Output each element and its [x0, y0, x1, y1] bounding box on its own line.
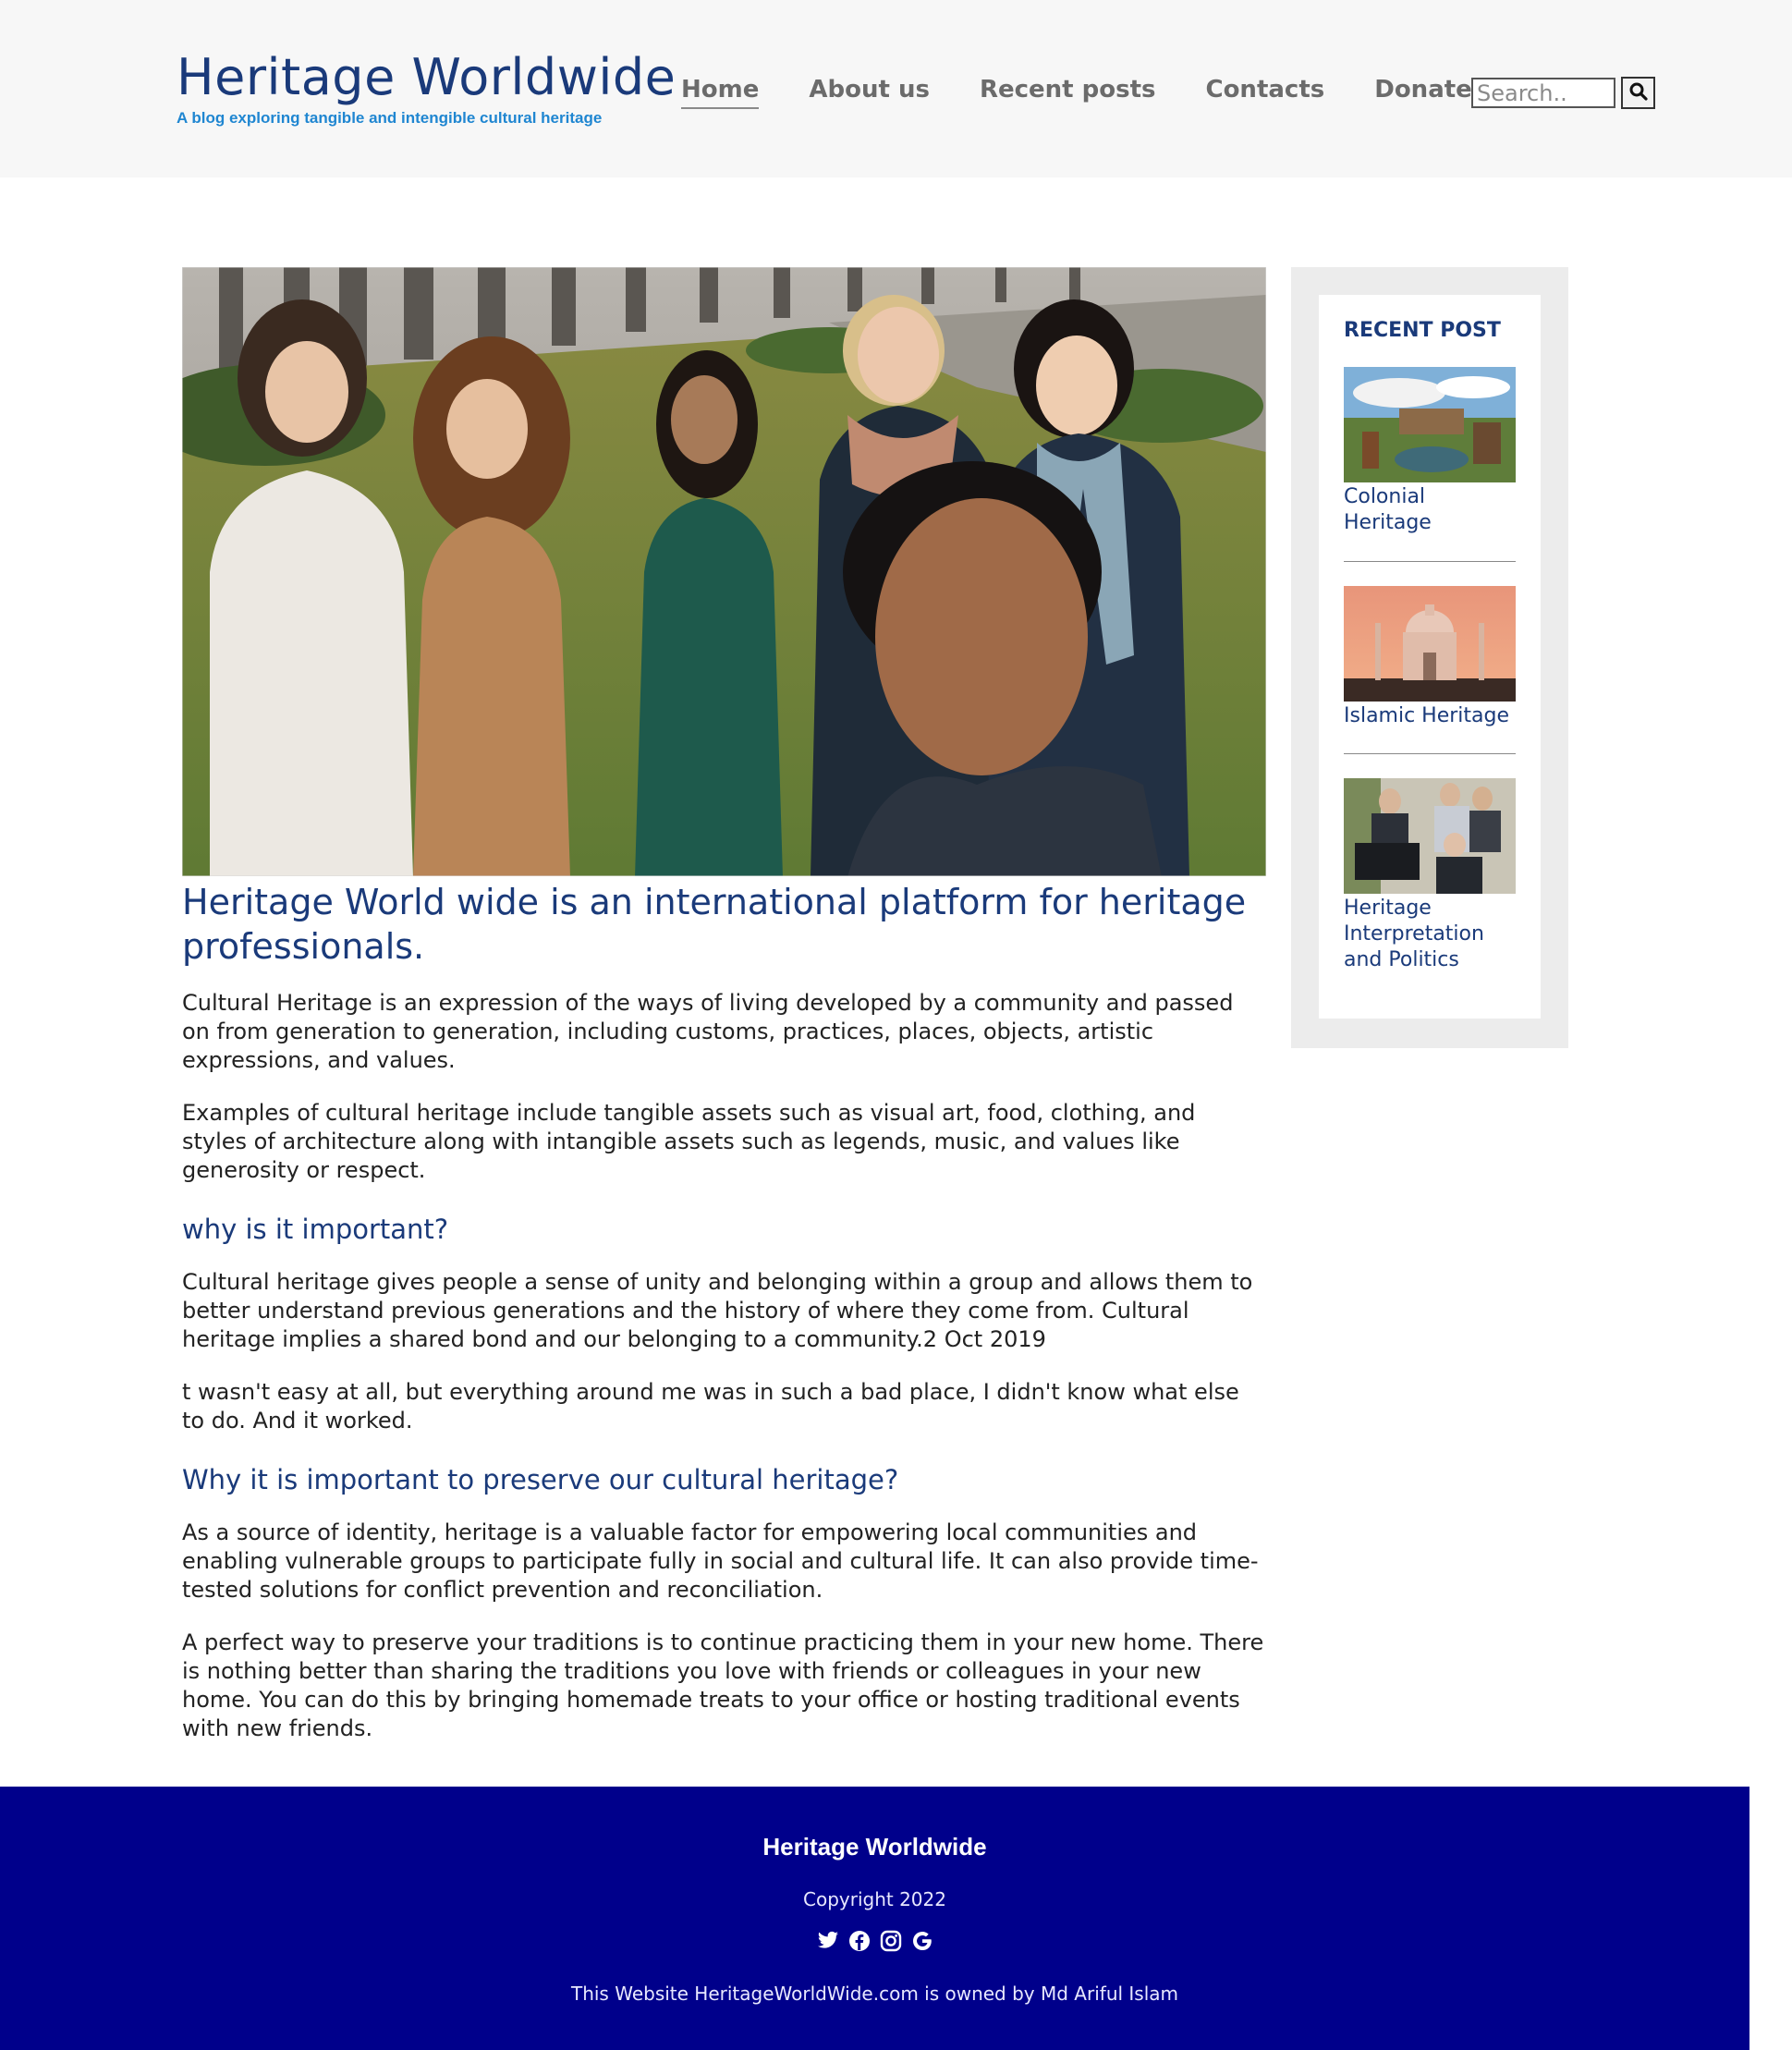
main-content: Heritage World wide is an international … — [182, 267, 1266, 1767]
nav-contacts[interactable]: Contacts — [1205, 74, 1324, 109]
nav-home[interactable]: Home — [681, 74, 760, 109]
footer-title: Heritage Worldwide — [762, 1833, 987, 1861]
recent-post-heritage-interpretation[interactable]: Heritage Interpretation and Politics — [1344, 778, 1516, 973]
post-title[interactable]: Islamic Heritage — [1344, 703, 1516, 729]
nav-about-us[interactable]: About us — [809, 74, 930, 109]
nav-donates[interactable]: Donates — [1374, 74, 1486, 109]
important-paragraph: t wasn't easy at all, but everything aro… — [182, 1379, 1239, 1434]
brand: Heritage Worldwide A blog exploring tang… — [177, 48, 676, 128]
recent-post-islamic-heritage[interactable]: Islamic Heritage — [1344, 586, 1516, 729]
hero-group-photo — [182, 267, 1266, 876]
nav-recent-posts[interactable]: Recent posts — [980, 74, 1156, 109]
post-divider — [1344, 561, 1516, 562]
footer-copyright: Copyright 2022 — [803, 1888, 946, 1910]
recent-post-heading: RECENT POST — [1344, 319, 1501, 342]
sidebar: RECENT POST Colonial Heritage Islamic He… — [1291, 267, 1568, 1048]
search-button[interactable] — [1621, 77, 1655, 109]
search-icon — [1629, 82, 1648, 104]
instagram-icon[interactable] — [879, 1929, 903, 1953]
preserve-paragraph: A perfect way to preserve your tradition… — [182, 1629, 1264, 1741]
post-title[interactable]: Colonial Heritage — [1344, 484, 1516, 536]
recent-post-colonial-heritage[interactable]: Colonial Heritage — [1344, 367, 1516, 536]
site-title[interactable]: Heritage Worldwide — [177, 48, 676, 107]
search-input[interactable] — [1471, 78, 1615, 108]
site-footer: Heritage Worldwide Copyright 2022 This W… — [0, 1787, 1749, 2050]
social-links — [0, 1929, 1749, 1953]
twitter-icon[interactable] — [816, 1929, 840, 1953]
site-tagline: A blog exploring tangible and intengible… — [177, 109, 603, 127]
facebook-icon[interactable] — [847, 1929, 872, 1953]
post-divider — [1344, 753, 1516, 754]
heading-why-preserve: Why it is important to preserve our cult… — [182, 1464, 899, 1495]
main-headline: Heritage World wide is an international … — [182, 882, 1247, 967]
footer-owner-text: This Website HeritageWorldWide.com is ow… — [570, 1983, 1179, 2005]
intro-paragraph: Cultural Heritage is an expression of th… — [182, 990, 1234, 1073]
preserve-paragraph: As a source of identity, heritage is a v… — [182, 1519, 1259, 1603]
colonial-heritage-thumbnail[interactable] — [1344, 367, 1516, 482]
recent-posts-panel: RECENT POST Colonial Heritage Islamic He… — [1319, 295, 1541, 1019]
google-icon[interactable] — [910, 1929, 934, 1953]
important-paragraph: Cultural heritage gives people a sense o… — [182, 1269, 1253, 1352]
post-title[interactable]: Heritage Interpretation and Politics — [1344, 896, 1516, 973]
islamic-heritage-thumbnail[interactable] — [1344, 586, 1516, 702]
site-header: Heritage Worldwide A blog exploring tang… — [0, 0, 1792, 177]
heading-why-important: why is it important? — [182, 1214, 449, 1245]
intro-paragraph: Examples of cultural heritage include ta… — [182, 1100, 1196, 1183]
main-nav: Home About us Recent posts Contacts Dona… — [681, 74, 1536, 109]
heritage-interpretation-thumbnail[interactable] — [1344, 778, 1516, 894]
search-bar — [1471, 77, 1655, 109]
